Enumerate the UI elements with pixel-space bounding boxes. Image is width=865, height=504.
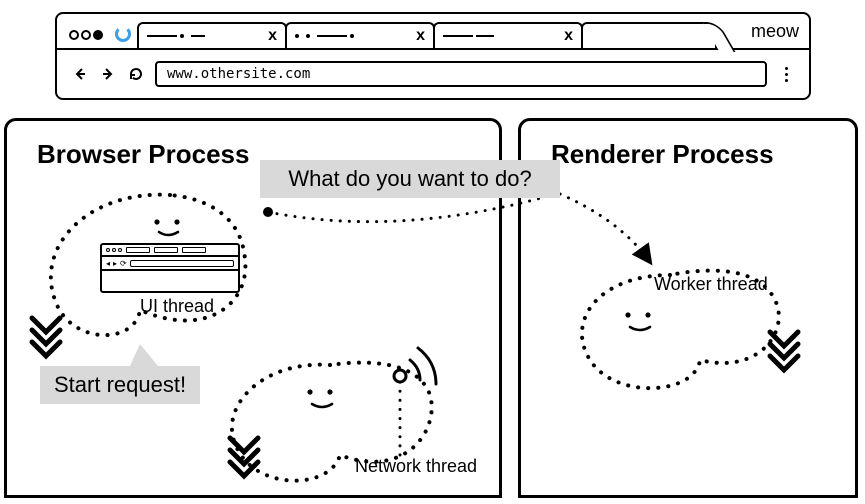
question-callout: What do you want to do? [260, 160, 560, 198]
reload-icon [128, 66, 144, 82]
start-request-callout: Start request! [40, 366, 200, 404]
loading-spinner-icon [115, 26, 131, 42]
back-button[interactable] [71, 65, 89, 83]
window-light-icon [93, 30, 103, 40]
new-tab-button[interactable] [581, 22, 717, 48]
forward-button[interactable] [99, 65, 117, 83]
browser-brand-label: meow [751, 21, 799, 42]
address-bar[interactable]: www.othersite.com [155, 61, 767, 87]
window-light-icon [81, 30, 91, 40]
tab-title-placeholder [295, 34, 358, 38]
renderer-process-box: Renderer Process [518, 118, 858, 498]
tab-close-icon[interactable]: x [416, 27, 425, 45]
window-light-icon [69, 30, 79, 40]
tab[interactable]: x [285, 22, 435, 48]
arrow-right-icon [101, 67, 115, 81]
tab-strip: x x x meow [57, 14, 809, 50]
ui-thread-label: UI thread [140, 296, 214, 317]
window-traffic-lights [69, 30, 103, 40]
url-text: www.othersite.com [167, 66, 310, 82]
network-thread-label: Network thread [355, 456, 477, 477]
arrow-left-icon [73, 67, 87, 81]
renderer-process-title: Renderer Process [551, 139, 855, 170]
tab-close-icon[interactable]: x [564, 27, 573, 45]
tab[interactable]: x [433, 22, 583, 48]
browser-toolbar: www.othersite.com [57, 50, 809, 98]
tab-title-placeholder [147, 34, 205, 38]
browser-window: x x x meow www.othersite.com [55, 12, 811, 100]
browser-menu-button[interactable] [777, 67, 795, 82]
mini-browser-icon: ◂▸⟳ [100, 243, 240, 293]
tab-close-icon[interactable]: x [268, 27, 277, 45]
worker-thread-label: Worker thread [654, 274, 768, 295]
reload-button[interactable] [127, 65, 145, 83]
tab-title-placeholder [443, 35, 494, 37]
dots-icon [785, 67, 788, 70]
tab[interactable]: x [137, 22, 287, 48]
